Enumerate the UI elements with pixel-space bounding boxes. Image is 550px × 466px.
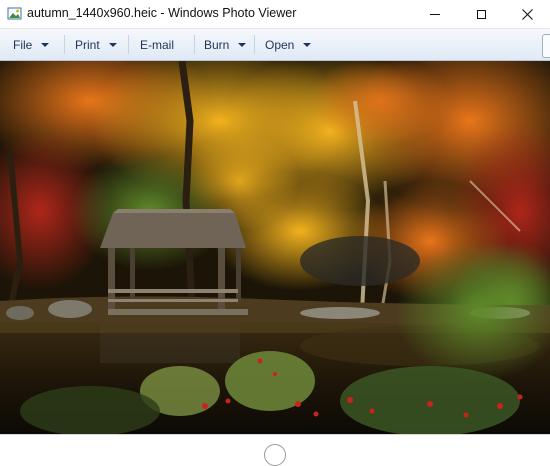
photo-viewer-icon [7, 7, 22, 20]
chevron-down-icon [108, 42, 117, 47]
menu-bar: File Print E-mail Burn Open [0, 29, 550, 61]
close-icon [521, 8, 533, 20]
menu-separator [128, 35, 129, 54]
play-slideshow-icon[interactable] [264, 444, 286, 466]
menu-burn[interactable]: Burn [204, 29, 247, 60]
chevron-down-icon [238, 42, 247, 47]
chevron-down-icon [41, 42, 50, 47]
minimize-icon [430, 13, 440, 15]
autumn-photo [0, 61, 550, 434]
photo-display[interactable] [0, 61, 550, 434]
menu-file-label: File [13, 37, 33, 52]
menu-separator [254, 35, 255, 54]
menu-separator [64, 35, 65, 54]
bottom-control-bar [0, 434, 550, 466]
menu-file[interactable]: File [13, 29, 50, 60]
menu-email-label: E-mail [140, 37, 175, 52]
menu-open-label: Open [265, 37, 295, 52]
maximize-button[interactable] [458, 0, 504, 28]
maximize-icon [476, 9, 486, 19]
menu-separator [194, 35, 195, 54]
help-button[interactable] [542, 34, 550, 58]
menu-print[interactable]: Print [75, 29, 117, 60]
menu-open[interactable]: Open [265, 29, 312, 60]
chevron-down-icon [303, 42, 312, 47]
minimize-button[interactable] [412, 0, 458, 28]
menu-print-label: Print [75, 37, 100, 52]
title-bar: autumn_1440x960.heic - Windows Photo Vie… [0, 0, 550, 29]
window-title: autumn_1440x960.heic - Windows Photo Vie… [27, 6, 297, 20]
menu-burn-label: Burn [204, 37, 230, 52]
menu-email[interactable]: E-mail [140, 29, 174, 60]
close-button[interactable] [504, 0, 550, 28]
